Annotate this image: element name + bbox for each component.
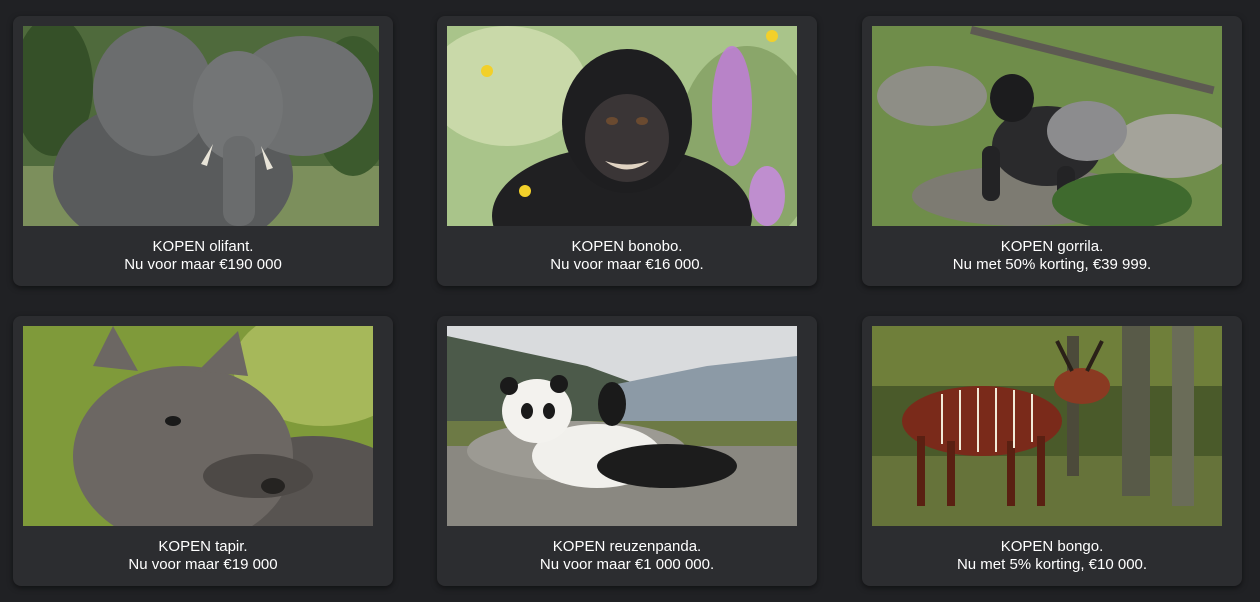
card-price: Nu voor maar €19 000 bbox=[128, 556, 278, 573]
card-caption: KOPEN tapir. Nu voor maar €19 000 bbox=[13, 538, 393, 574]
card-caption: KOPEN reuzenpanda. Nu voor maar €1 000 0… bbox=[437, 538, 817, 574]
card-caption: KOPEN gorrila. Nu met 50% korting, €39 9… bbox=[862, 238, 1242, 274]
bongo-image[interactable] bbox=[872, 326, 1222, 526]
card-title: KOPEN bonobo. bbox=[571, 238, 683, 255]
product-grid: KOPEN olifant. Nu voor maar €190 000 KOP… bbox=[0, 0, 1260, 602]
card-gorrila[interactable]: KOPEN gorrila. Nu met 50% korting, €39 9… bbox=[862, 16, 1242, 286]
card-caption: KOPEN bongo. Nu met 5% korting, €10 000. bbox=[862, 538, 1242, 574]
elephant-image[interactable] bbox=[23, 26, 379, 226]
panda-image[interactable] bbox=[447, 326, 797, 526]
card-title: KOPEN reuzenpanda. bbox=[552, 538, 702, 555]
card-bonobo[interactable]: KOPEN bonobo. Nu voor maar €16 000. bbox=[437, 16, 817, 286]
tapir-image[interactable] bbox=[23, 326, 373, 526]
card-price: Nu voor maar €190 000 bbox=[124, 256, 282, 273]
card-title: KOPEN gorrila. bbox=[1000, 238, 1104, 255]
bonobo-image[interactable] bbox=[447, 26, 797, 226]
card-reuzenpanda[interactable]: KOPEN reuzenpanda. Nu voor maar €1 000 0… bbox=[437, 316, 817, 586]
card-price: Nu met 5% korting, €10 000. bbox=[956, 556, 1148, 573]
card-bongo[interactable]: KOPEN bongo. Nu met 5% korting, €10 000. bbox=[862, 316, 1242, 586]
gorilla-image[interactable] bbox=[872, 26, 1222, 226]
card-caption: KOPEN olifant. Nu voor maar €190 000 bbox=[13, 238, 393, 274]
card-title: KOPEN bongo. bbox=[1000, 538, 1104, 555]
card-price: Nu voor maar €16 000. bbox=[550, 256, 704, 273]
card-price: Nu voor maar €1 000 000. bbox=[539, 556, 715, 573]
card-caption: KOPEN bonobo. Nu voor maar €16 000. bbox=[437, 238, 817, 274]
card-price: Nu met 50% korting, €39 999. bbox=[952, 256, 1152, 273]
card-tapir[interactable]: KOPEN tapir. Nu voor maar €19 000 bbox=[13, 316, 393, 586]
card-title: KOPEN tapir. bbox=[158, 538, 248, 555]
card-olifant[interactable]: KOPEN olifant. Nu voor maar €190 000 bbox=[13, 16, 393, 286]
card-title: KOPEN olifant. bbox=[152, 238, 254, 255]
